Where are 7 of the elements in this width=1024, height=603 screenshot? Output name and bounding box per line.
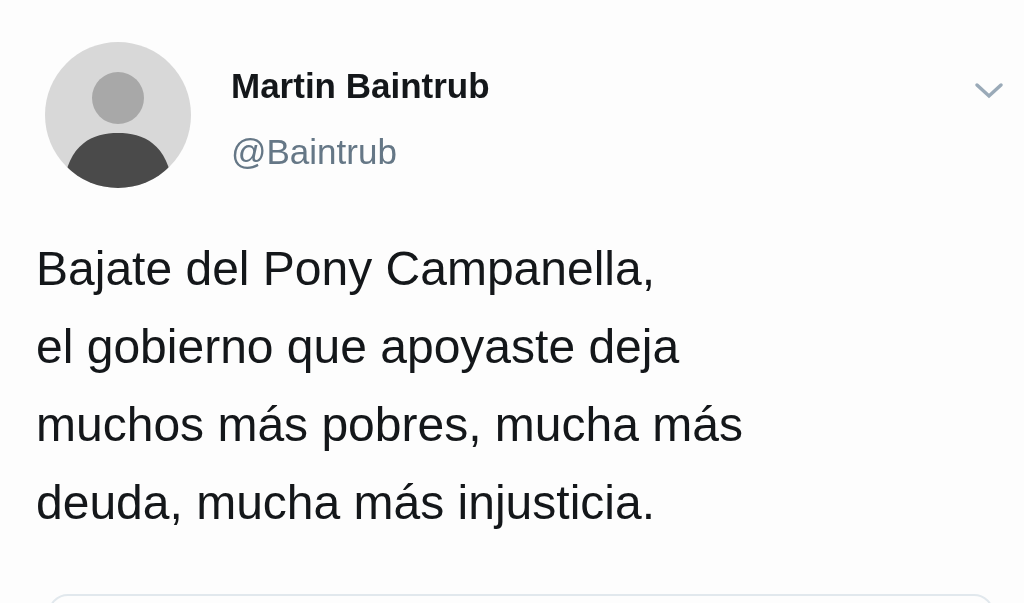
tweet-text-line: deuda, mucha más injusticia.	[36, 475, 656, 531]
author-handle: @Baintrub	[231, 131, 398, 173]
author-name: Martin Baintrub	[231, 65, 490, 107]
chevron-down-icon[interactable]	[974, 82, 1004, 100]
tweet-text-line: Bajate del Pony Campanella,	[36, 241, 657, 297]
tweet-text-line: muchos más pobres, mucha más	[36, 397, 744, 453]
tweet-text-line: el gobierno que apoyaste deja	[36, 319, 681, 375]
